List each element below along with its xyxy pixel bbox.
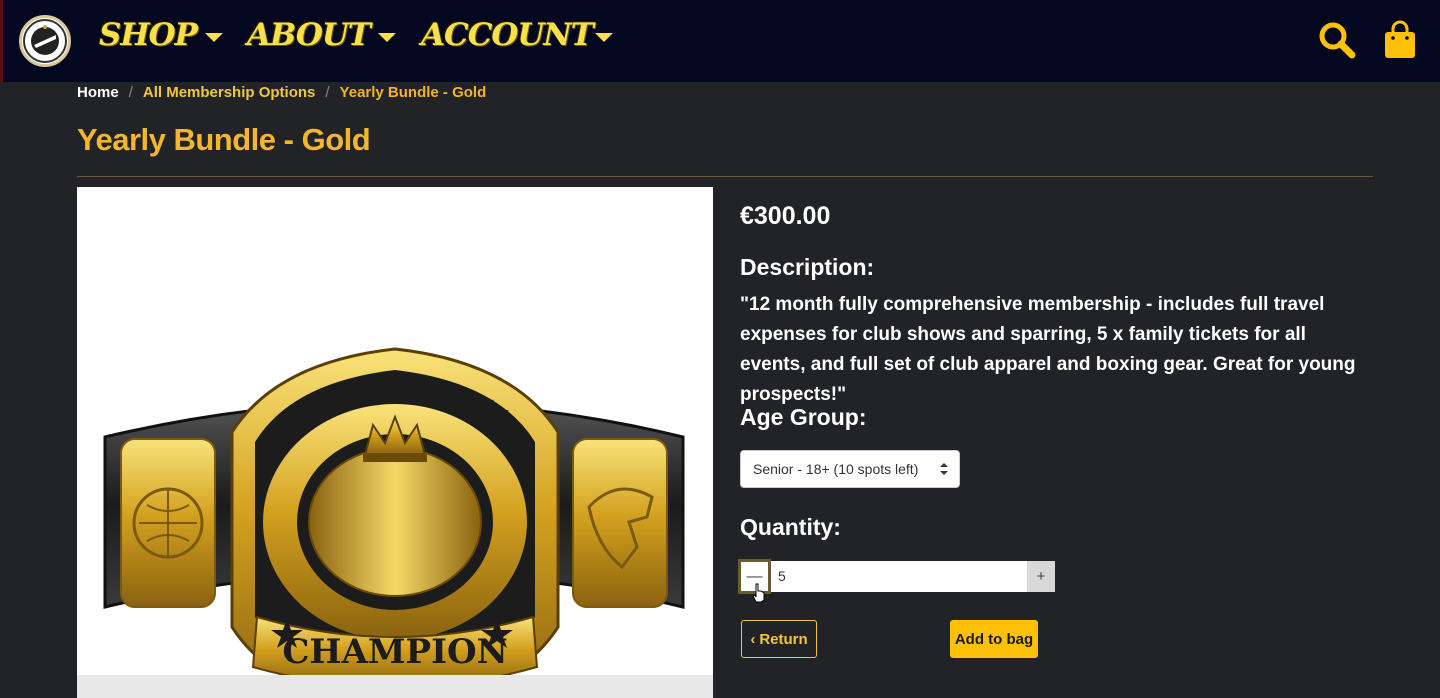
page-title: Yearly Bundle - Gold	[77, 122, 371, 157]
product-description: "12 month fully comprehensive membership…	[740, 294, 1356, 405]
quantity-label: Quantity:	[740, 514, 841, 540]
chevron-left-icon: ‹	[750, 630, 756, 648]
age-group-select[interactable]: Senior - 18+ (10 spots left)	[740, 450, 960, 488]
nav-menu-shop[interactable]: SHOP	[99, 17, 223, 53]
chevron-down-icon	[205, 32, 223, 42]
title-divider	[77, 176, 1373, 177]
nav-menu-account[interactable]: ACCOUNT	[421, 17, 613, 53]
product-price: €300.00	[740, 202, 831, 230]
quantity-increment-button[interactable]: +	[1027, 561, 1055, 592]
belt-champion-text: CHAMPION	[282, 632, 507, 672]
breadcrumb: Home / All Membership Options / Yearly B…	[77, 84, 486, 101]
breadcrumb-separator: /	[325, 84, 330, 101]
age-group-selected: Senior - 18+ (10 spots left)	[753, 461, 919, 477]
chevron-down-icon	[377, 32, 396, 42]
breadcrumb-home[interactable]: Home	[77, 84, 119, 101]
product-image: CHAMPION	[77, 187, 713, 698]
search-icon[interactable]	[1317, 20, 1357, 60]
shopping-bag-icon[interactable]	[1383, 20, 1417, 60]
nav-menu-about-label: ABOUT	[247, 17, 371, 53]
nav-menu-account-label: ACCOUNT	[421, 17, 594, 53]
age-group-label: Age Group:	[740, 404, 867, 430]
select-arrows-icon	[940, 463, 948, 475]
chevron-down-icon	[594, 32, 613, 42]
add-to-bag-button[interactable]: Add to bag	[950, 620, 1038, 658]
club-logo[interactable]	[19, 15, 71, 67]
description-label: Description:	[740, 254, 875, 280]
top-navbar: SHOP ABOUT ACCOUNT	[0, 0, 1440, 82]
nav-menu-shop-label: SHOP	[99, 17, 198, 53]
quantity-input[interactable]: 5	[771, 561, 1027, 592]
nav-menu-about[interactable]: ABOUT	[247, 17, 396, 53]
return-button[interactable]: ‹ Return	[741, 620, 817, 658]
return-button-label: Return	[759, 630, 808, 648]
breadcrumb-current: Yearly Bundle - Gold	[339, 84, 487, 101]
breadcrumb-category[interactable]: All Membership Options	[143, 84, 316, 101]
breadcrumb-separator: /	[128, 84, 133, 101]
pointer-hand-icon	[752, 583, 765, 603]
